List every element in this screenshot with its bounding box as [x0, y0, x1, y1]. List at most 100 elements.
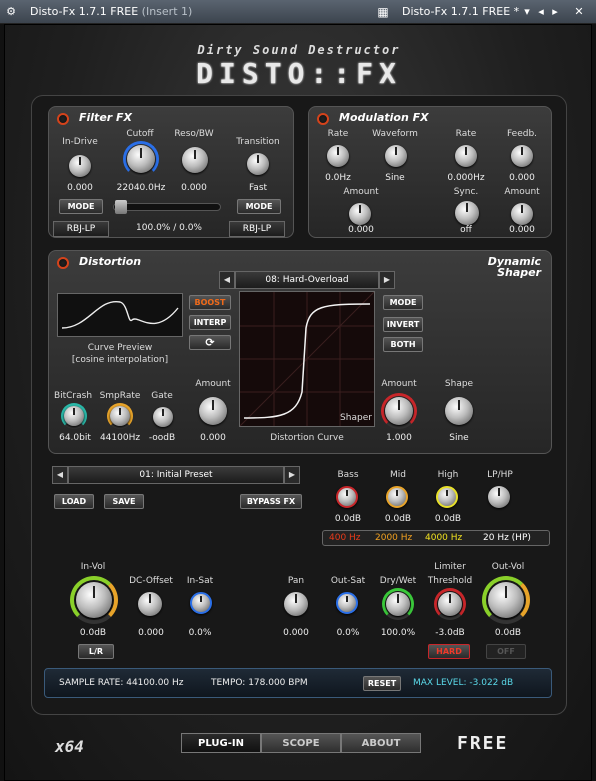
- pan-knob[interactable]: [284, 592, 308, 616]
- tab-about[interactable]: ABOUT: [341, 733, 421, 753]
- transition-value: Fast: [248, 183, 268, 193]
- off-button[interactable]: OFF: [486, 644, 526, 659]
- pan-label: Pan: [287, 576, 305, 586]
- insat-knob[interactable]: [190, 592, 212, 614]
- hard-button[interactable]: HARD: [428, 644, 470, 659]
- interp-button[interactable]: INTERP: [189, 315, 231, 330]
- gate-label: Gate: [151, 391, 173, 401]
- window-title: Disto-Fx 1.7.1 FREE (Insert 1): [30, 5, 193, 18]
- status-bar: SAMPLE RATE: 44100.00 Hz TEMPO: 178.000 …: [44, 668, 552, 698]
- invol-knob[interactable]: [76, 582, 112, 618]
- boost-button[interactable]: BOOST: [189, 295, 231, 310]
- rate1-value: 0.0Hz: [325, 173, 351, 183]
- keyboard-icon[interactable]: ▦: [376, 4, 390, 20]
- feedb-label: Feedb.: [506, 129, 538, 139]
- bitcrash-label: BitCrash: [53, 391, 93, 401]
- lphp-label: LP/HP: [487, 470, 513, 480]
- sync-knob[interactable]: [455, 201, 479, 225]
- shape-label: Shape: [444, 379, 474, 389]
- gear-icon[interactable]: ⚙: [4, 4, 18, 20]
- filter-mode2-button[interactable]: MODE: [237, 199, 281, 214]
- rate1-label: Rate: [327, 129, 349, 139]
- threshold-value: -3.0dB: [435, 628, 465, 638]
- threshold-knob[interactable]: [438, 592, 462, 616]
- lr-button[interactable]: L/R: [78, 644, 114, 659]
- maxlevel-text: MAX LEVEL: -3.022 dB: [413, 678, 514, 688]
- subtitle: Dirty Sound Destructor: [197, 43, 401, 57]
- dist-amount-knob[interactable]: [199, 397, 227, 425]
- invol-label: In-Vol: [80, 562, 106, 572]
- amount1-value: 0.000: [348, 225, 374, 235]
- cutoff-knob[interactable]: [127, 145, 155, 173]
- modulation-power-icon[interactable]: [317, 113, 329, 125]
- next-arrow-icon[interactable]: ▸: [548, 4, 562, 20]
- prev-arrow-icon[interactable]: ◂: [534, 4, 548, 20]
- dist-amount-value: 0.000: [200, 433, 226, 443]
- high-knob[interactable]: [436, 486, 458, 508]
- reset-button[interactable]: RESET: [363, 676, 401, 691]
- curve-preview-graph: [61, 301, 179, 329]
- dist-next-button[interactable]: ▶: [379, 271, 395, 289]
- filter-mode-button[interactable]: MODE: [59, 199, 103, 214]
- waveform-label: Waveform: [372, 129, 418, 139]
- transition-knob[interactable]: [247, 153, 269, 175]
- filter-type2-select[interactable]: RBJ-LP: [229, 221, 285, 237]
- lphp-knob[interactable]: [488, 486, 510, 508]
- dcoffset-label: DC-Offset: [129, 576, 173, 586]
- invert-button[interactable]: INVERT: [383, 317, 423, 332]
- outsat-knob[interactable]: [336, 592, 358, 614]
- bass-value: 0.0dB: [334, 514, 362, 524]
- dist-preset-select[interactable]: 08: Hard-Overload: [235, 271, 379, 289]
- reso-knob[interactable]: [182, 147, 208, 173]
- smprate-label: SmpRate: [99, 391, 141, 401]
- indrive-knob[interactable]: [69, 155, 91, 177]
- filter-type1-select[interactable]: RBJ-LP: [53, 221, 109, 237]
- shape-value: Sine: [449, 433, 469, 443]
- amount1-knob[interactable]: [349, 203, 371, 225]
- preset-title: Disto-Fx 1.7.1 FREE *: [402, 5, 520, 18]
- close-icon[interactable]: ✕: [572, 4, 586, 20]
- smprate-value: 44100Hz: [99, 433, 141, 443]
- tab-plugin[interactable]: PLUG-IN: [181, 733, 261, 753]
- mix-slider-handle[interactable]: [115, 200, 127, 214]
- shaper-display: [239, 291, 375, 427]
- outvol-knob[interactable]: [488, 582, 524, 618]
- indrive-label: In-Drive: [62, 137, 98, 147]
- preset-select[interactable]: 01: Initial Preset: [68, 466, 284, 484]
- drywet-label: Dry/Wet: [379, 576, 417, 586]
- mid-knob[interactable]: [386, 486, 408, 508]
- refresh-icon[interactable]: ⟳: [189, 335, 231, 350]
- bass-label: Bass: [337, 470, 359, 480]
- dist-prev-button[interactable]: ◀: [219, 271, 235, 289]
- save-button[interactable]: SAVE: [104, 494, 144, 509]
- curve-preview-display: [57, 293, 183, 337]
- shape-knob[interactable]: [445, 397, 473, 425]
- dist-mode-button[interactable]: MODE: [383, 295, 423, 310]
- drywet-knob[interactable]: [386, 592, 410, 616]
- waveform-knob[interactable]: [385, 145, 407, 167]
- mix-slider[interactable]: [113, 203, 221, 211]
- bypass-button[interactable]: BYPASS FX: [240, 494, 302, 509]
- bitcrash-knob[interactable]: [64, 406, 84, 426]
- tab-scope[interactable]: SCOPE: [261, 733, 341, 753]
- preset-next-button[interactable]: ▶: [284, 466, 300, 484]
- smprate-knob[interactable]: [110, 406, 130, 426]
- shaper-amount-knob[interactable]: [385, 397, 413, 425]
- amount2-knob[interactable]: [511, 203, 533, 225]
- reso-value: 0.000: [181, 183, 207, 193]
- sync-value: off: [460, 225, 472, 235]
- limiter-label: Limiter: [434, 562, 466, 572]
- bass-knob[interactable]: [336, 486, 358, 508]
- rate2-knob[interactable]: [455, 145, 477, 167]
- load-button[interactable]: LOAD: [54, 494, 94, 509]
- dropdown-arrow-icon[interactable]: ▾: [520, 4, 534, 20]
- amount1-label: Amount: [343, 187, 379, 197]
- both-button[interactable]: BOTH: [383, 337, 423, 352]
- gate-knob[interactable]: [153, 407, 173, 427]
- feedb-knob[interactable]: [511, 145, 533, 167]
- dcoffset-knob[interactable]: [138, 592, 162, 616]
- rate1-knob[interactable]: [327, 145, 349, 167]
- filter-power-icon[interactable]: [57, 113, 69, 125]
- distortion-power-icon[interactable]: [57, 257, 69, 269]
- preset-prev-button[interactable]: ◀: [52, 466, 68, 484]
